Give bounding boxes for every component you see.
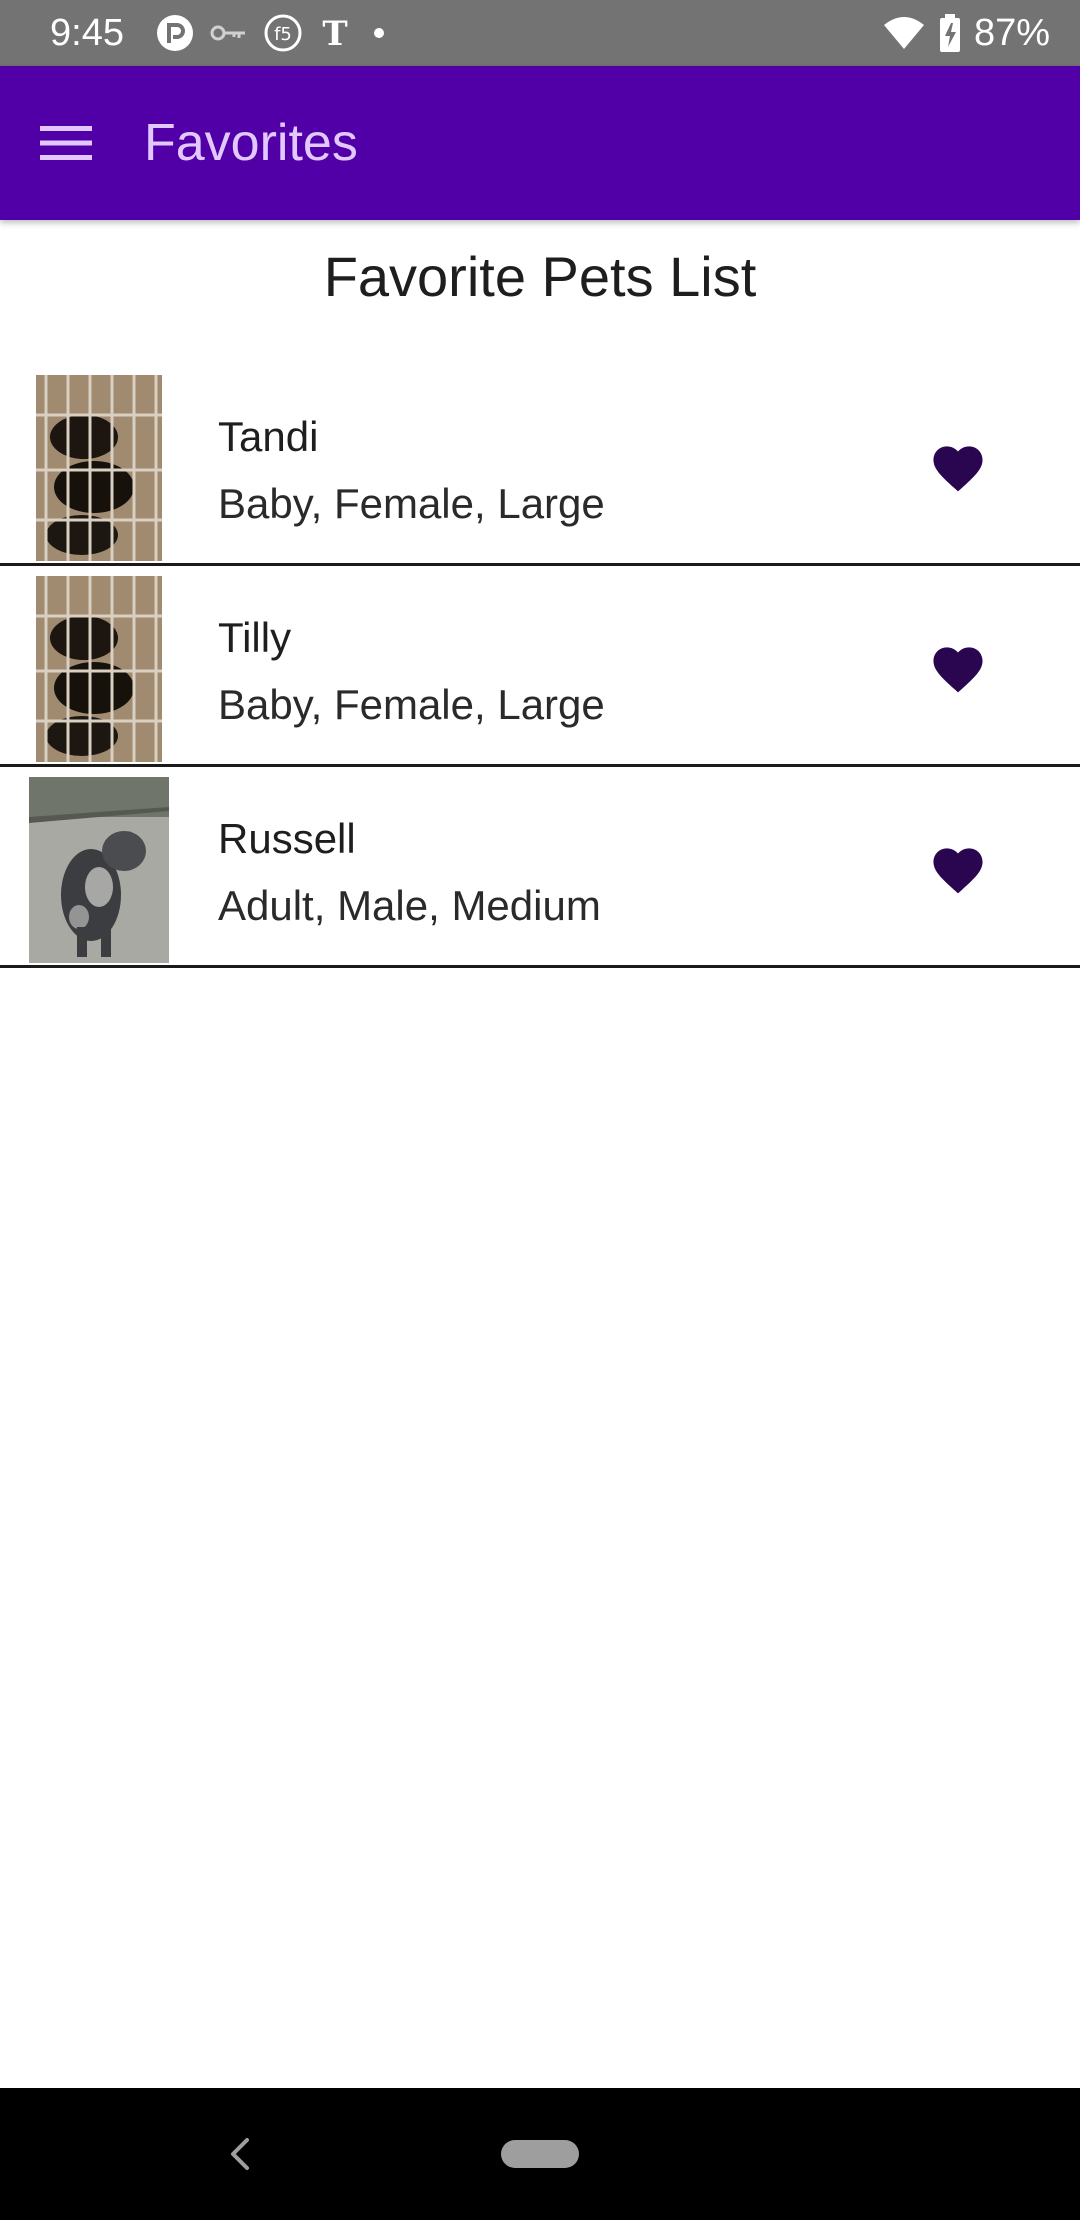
notification-dot-icon — [374, 28, 384, 38]
pet-name: Russell — [218, 815, 356, 862]
pet-name: Tilly — [218, 614, 292, 661]
pet-photo — [36, 576, 162, 762]
nytimes-icon: T — [322, 14, 347, 53]
status-time: 9:45 — [50, 12, 124, 54]
battery-charging-icon — [939, 14, 960, 52]
battery-percent: 87% — [973, 12, 1050, 54]
heart-icon — [933, 446, 983, 492]
pet-details: Baby, Female, Large — [218, 681, 605, 728]
app-bar-title: Favorites — [144, 114, 358, 172]
pet-name: Tandi — [218, 413, 319, 460]
svg-text:f5: f5 — [274, 24, 292, 45]
pet-list-item[interactable]: Russell Adult, Male, Medium — [0, 767, 1080, 968]
f5-icon: f5 — [264, 14, 302, 52]
pet-list-item[interactable]: Tandi Baby, Female, Large — [0, 365, 1080, 566]
heart-icon — [933, 848, 983, 894]
pet-details: Adult, Male, Medium — [218, 882, 601, 929]
status-notification-icons: f5 T — [155, 13, 391, 53]
hamburger-menu-icon — [40, 126, 92, 160]
pet-photo — [29, 777, 169, 963]
page-title: Favorite Pets List — [323, 245, 757, 308]
app-bar: Favorites — [0, 66, 1080, 220]
system-navigation-bar — [0, 2088, 1080, 2220]
back-button[interactable] — [214, 2126, 264, 2182]
back-chevron-icon — [231, 2138, 249, 2170]
wifi-icon — [883, 17, 924, 49]
home-pill-icon[interactable] — [501, 2140, 579, 2168]
favorite-button[interactable] — [918, 431, 998, 501]
status-system-icons: 87% — [882, 10, 1050, 56]
svg-text:T: T — [322, 14, 347, 53]
key-icon — [210, 25, 245, 41]
favorite-pets-list: Tandi Baby, Female, Large Tilly Baby, Fe… — [0, 365, 1080, 968]
pocket-casts-icon — [157, 15, 193, 51]
pet-list-item[interactable]: Tilly Baby, Female, Large — [0, 566, 1080, 767]
favorite-button[interactable] — [918, 632, 998, 702]
menu-button[interactable] — [28, 111, 104, 175]
pet-photo — [36, 375, 162, 561]
status-bar: 9:45 f5 T 87% — [0, 0, 1080, 66]
pet-details: Baby, Female, Large — [218, 480, 605, 527]
favorite-button[interactable] — [918, 833, 998, 903]
heart-icon — [933, 647, 983, 693]
